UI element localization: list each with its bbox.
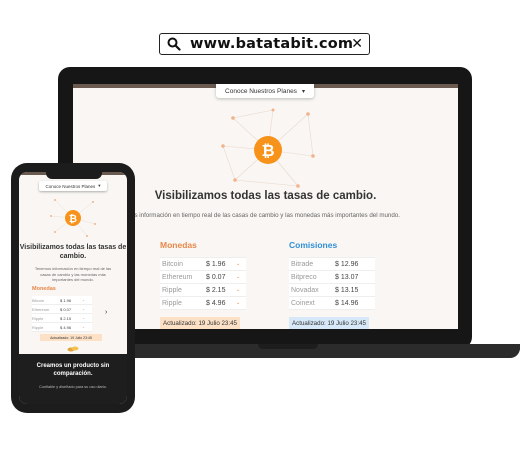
comisiones-updated: Actualizado: 19 Julio 23:45 bbox=[289, 317, 369, 329]
table-row: Coinext $ 14.96 bbox=[289, 297, 375, 310]
phone-headline: Visibilizamos todas las tasas de cambio. bbox=[19, 244, 127, 260]
svg-text:₿: ₿ bbox=[69, 213, 77, 225]
chevron-down-icon: ▾ bbox=[301, 88, 305, 95]
phone-monedas-table: Bitcoin $ 1.96 ⌄ Ethereum $ 0.07 ⌄ Ripple $ 2… bbox=[32, 296, 92, 332]
table-row: Bitcoin $ 1.96 ⌄ bbox=[32, 296, 92, 305]
phone-notch bbox=[46, 170, 102, 179]
table-row: Bitpreco $ 13.07 bbox=[289, 271, 375, 284]
table-row: Ripple $ 4.96 ⌄ bbox=[160, 297, 246, 310]
table-row: Ethereum $ 0.07 ⌄ bbox=[32, 305, 92, 314]
plans-label: Conoce Nuestros Planes bbox=[225, 87, 297, 95]
phone-dark-subtitle: Confiable y diseñado para su uso diario. bbox=[39, 385, 107, 389]
trend-icon: ⌄ bbox=[236, 274, 241, 280]
phone-monedas-title: Monedas bbox=[32, 286, 56, 292]
phone-subline: Tenemos información en tiempo real de la… bbox=[34, 266, 112, 282]
phone-bitcoin-illustration: ₿ bbox=[50, 199, 96, 237]
phone-dark-title: Creamos un producto sin comparación. bbox=[36, 363, 110, 377]
laptop-notch bbox=[258, 344, 318, 349]
trend-icon: ⌄ bbox=[236, 287, 241, 293]
trend-icon: ⌄ bbox=[236, 261, 241, 267]
comisiones-title: Comisiones bbox=[289, 240, 338, 250]
close-icon[interactable]: ✕ bbox=[351, 36, 363, 52]
phone-plans-dropdown[interactable]: Conoce Nuestros Planes ▾ bbox=[39, 181, 107, 191]
coins-icon bbox=[67, 346, 79, 352]
bitcoin-network-illustration: ₿ bbox=[221, 108, 315, 188]
table-row: Novadax $ 13.15 bbox=[289, 284, 375, 297]
chevron-right-icon[interactable]: › bbox=[105, 309, 107, 316]
plans-dropdown[interactable]: Conoce Nuestros Planes ▾ bbox=[216, 84, 314, 98]
table-row: Ethereum $ 0.07 ⌄ bbox=[160, 271, 246, 284]
phone-screen: Conoce Nuestros Planes ▾ ₿ Visibilizamos… bbox=[19, 172, 127, 404]
svg-text:₿: ₿ bbox=[261, 142, 274, 160]
phone-plans-label: Conoce Nuestros Planes bbox=[45, 183, 96, 189]
table-row: Ripple $ 4.96 ⌄ bbox=[32, 323, 92, 332]
trend-icon: ⌄ bbox=[236, 300, 241, 306]
monedas-updated: Actualizado: 19 Julio 23:45 bbox=[160, 317, 240, 329]
table-row: Ripple $ 2.15 ⌄ bbox=[160, 284, 246, 297]
table-row: Ripple $ 2.15 ⌄ bbox=[32, 314, 92, 323]
phone-monedas-updated: Actualizado: 19 Julio 23:45 bbox=[40, 334, 102, 341]
comisiones-table: Bitrade $ 12.96 Bitpreco $ 13.07 Novadax $ … bbox=[289, 257, 375, 310]
search-icon bbox=[167, 37, 181, 51]
table-row: Bitcoin $ 1.96 ⌄ bbox=[160, 258, 246, 271]
address-bar[interactable]: www.batatabit.com ✕ bbox=[159, 33, 370, 55]
monedas-table: Bitcoin $ 1.96 ⌄ Ethereum $ 0.07 ⌄ Ripple $ 2… bbox=[160, 257, 246, 310]
monedas-title: Monedas bbox=[160, 240, 197, 250]
url-text: www.batatabit.com bbox=[190, 36, 354, 52]
chevron-down-icon: ▾ bbox=[98, 183, 101, 188]
table-row: Bitrade $ 12.96 bbox=[289, 258, 375, 271]
